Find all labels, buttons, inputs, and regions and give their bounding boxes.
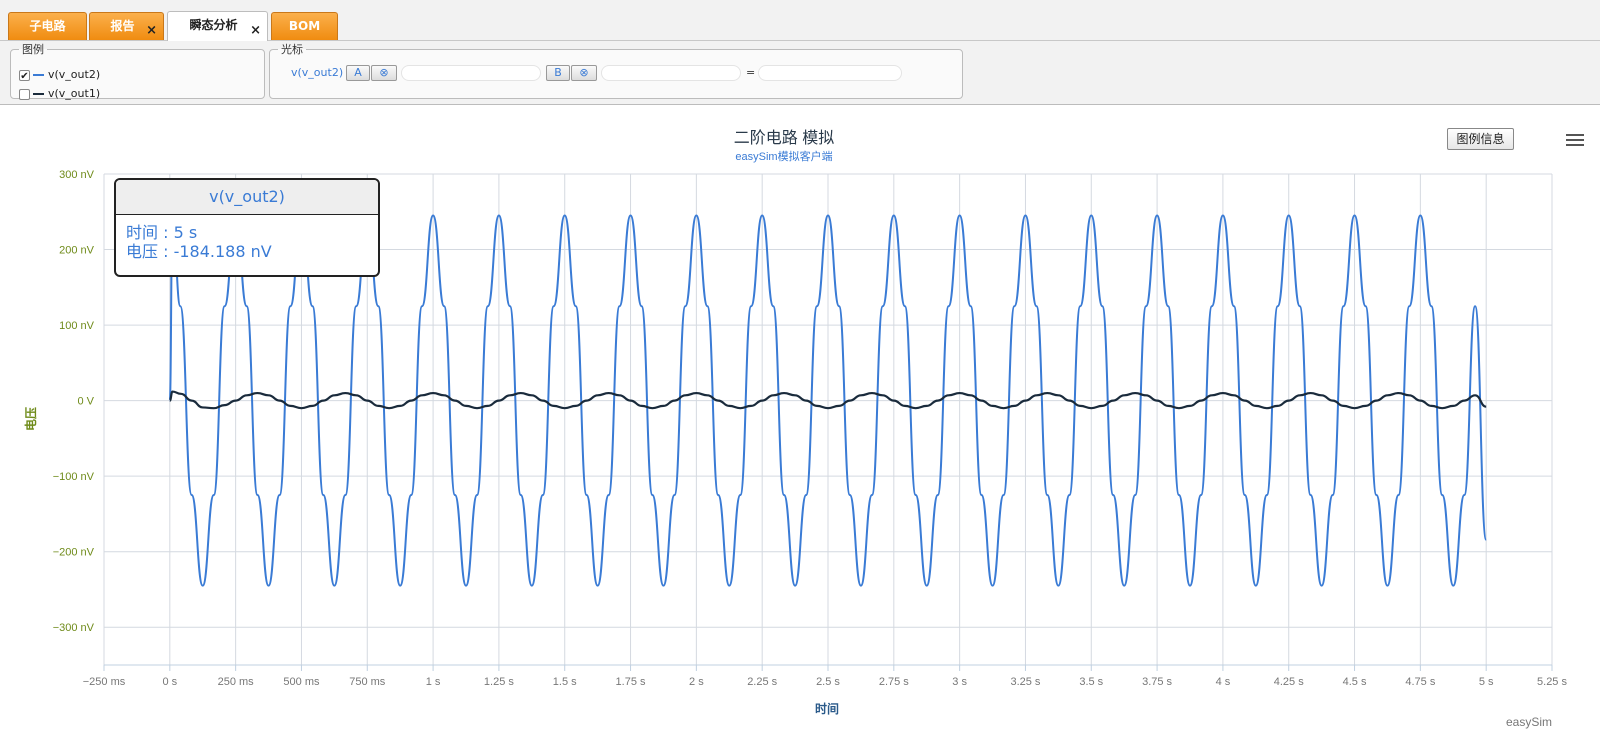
tooltip-body: 时间 : 5 s 电压 : -184.188 nV	[116, 215, 378, 269]
menu-bar	[1566, 134, 1584, 136]
x-tick-label: 3.25 s	[1010, 676, 1040, 688]
equals-sign: =	[746, 66, 756, 79]
cursor-a-clear-icon[interactable]: ⊗	[371, 65, 397, 81]
tooltip-voltage-row: 电压 : -184.188 nV	[126, 242, 272, 261]
legend-swatch	[33, 74, 44, 76]
tab-label: 子电路	[29, 19, 66, 33]
x-tick-label: 1 s	[426, 676, 441, 688]
x-tick-label: 2.25 s	[747, 676, 777, 688]
x-tick-label: 4.5 s	[1343, 676, 1367, 688]
cursor-signal-label: v(v_out2)	[291, 66, 344, 79]
x-tick-label: 3 s	[952, 676, 967, 688]
menu-bar	[1566, 144, 1584, 146]
x-tick-label: 2 s	[689, 676, 704, 688]
tooltip-time-row: 时间 : 5 s	[126, 223, 198, 242]
x-tick-label: 2.75 s	[879, 676, 909, 688]
tab-report[interactable]: 报告 ×	[89, 12, 164, 40]
cursor-a-field[interactable]	[401, 65, 541, 81]
x-tick-label: 1.25 s	[484, 676, 514, 688]
cursor-b-button[interactable]: B	[546, 65, 570, 81]
close-icon[interactable]: ×	[250, 17, 261, 44]
tab-bom[interactable]: BOM	[271, 12, 338, 40]
menu-bar	[1566, 139, 1584, 141]
x-tick-label: 250 ms	[218, 676, 255, 688]
tab-label: BOM	[288, 19, 321, 33]
x-axis-title: 时间	[815, 701, 839, 716]
legend-checkbox-unchecked[interactable]	[19, 88, 30, 100]
x-tick-label: 4 s	[1216, 676, 1231, 688]
y-tick-label: 0 V	[77, 396, 94, 408]
tooltip-voltage-value: -184.188 nV	[173, 242, 272, 261]
x-tick-label: 0 s	[162, 676, 177, 688]
legend-swatch	[33, 93, 44, 95]
legend-panel-title: 图例	[22, 43, 44, 56]
chart-title: 二阶电路 模拟	[734, 129, 834, 147]
x-tick-label: 4.75 s	[1405, 676, 1435, 688]
chart-credits[interactable]: easySim	[1506, 715, 1552, 729]
tab-label: 报告	[110, 19, 135, 33]
legend-item-label: v(v_out2)	[48, 68, 101, 81]
tooltip-time-label: 时间	[126, 223, 159, 242]
x-tick-label: 500 ms	[283, 676, 320, 688]
x-tick-label: 5 s	[1479, 676, 1494, 688]
tab-subcircuit[interactable]: 子电路	[8, 12, 87, 40]
x-tick-label: 4.25 s	[1274, 676, 1304, 688]
cursor-delta-field[interactable]	[758, 65, 902, 81]
x-tick-label: 750 ms	[349, 676, 386, 688]
cursor-b-clear-icon[interactable]: ⊗	[571, 65, 597, 81]
legend-info-button[interactable]: 图例信息	[1447, 128, 1514, 150]
tooltip-time-value: 5 s	[173, 223, 198, 242]
legend-item-label: v(v_out1)	[48, 87, 101, 100]
cursor-panel-title: 光标	[281, 43, 303, 56]
chart-tooltip: v(v_out2) 时间 : 5 s 电压 : -184.188 nV	[114, 178, 380, 277]
x-tick-label: 3.75 s	[1142, 676, 1172, 688]
x-tick-label: 1.75 s	[616, 676, 646, 688]
tooltip-voltage-label: 电压	[126, 242, 159, 261]
y-tick-label: −300 nV	[53, 622, 95, 634]
cursor-b-field[interactable]	[601, 65, 741, 81]
tooltip-series-name: v(v_out2)	[116, 180, 378, 215]
x-tick-label: 2.5 s	[816, 676, 840, 688]
chart-menu-icon[interactable]	[1566, 134, 1584, 148]
y-tick-label: −200 nV	[53, 547, 95, 559]
y-tick-label: 300 nV	[59, 169, 95, 181]
y-tick-label: 100 nV	[59, 320, 95, 332]
legend-item-v-out2[interactable]: ✔ v(v_out2)	[19, 67, 100, 83]
tab-bar: 子电路 报告 × 瞬态分析 × BOM	[0, 0, 1600, 41]
cursor-panel: 光标 v(v_out2) A ⊗ B ⊗ =	[269, 41, 963, 99]
tab-label: 瞬态分析	[189, 18, 238, 32]
legend-checkbox-checked[interactable]: ✔	[19, 69, 30, 82]
x-tick-label: 1.5 s	[553, 676, 577, 688]
y-tick-label: 200 nV	[59, 245, 95, 257]
close-icon[interactable]: ×	[146, 17, 157, 44]
tab-transient-analysis[interactable]: 瞬态分析 ×	[167, 11, 268, 41]
y-axis-title: 电压	[23, 407, 38, 431]
x-tick-label: 3.5 s	[1079, 676, 1103, 688]
y-tick-label: −100 nV	[53, 471, 95, 483]
x-tick-label: −250 ms	[83, 676, 126, 688]
x-tick-label: 5.25 s	[1537, 676, 1567, 688]
legend-item-v-out1[interactable]: v(v_out1)	[19, 86, 100, 102]
cursor-a-button[interactable]: A	[346, 65, 370, 81]
toolbar: 图例 ✔ v(v_out2) v(v_out1) 光标 v(v_out2) A ⊗…	[0, 41, 1600, 105]
legend-panel: 图例 ✔ v(v_out2) v(v_out1)	[10, 41, 265, 102]
chart-subtitle: easySim模拟客户端	[735, 149, 832, 163]
